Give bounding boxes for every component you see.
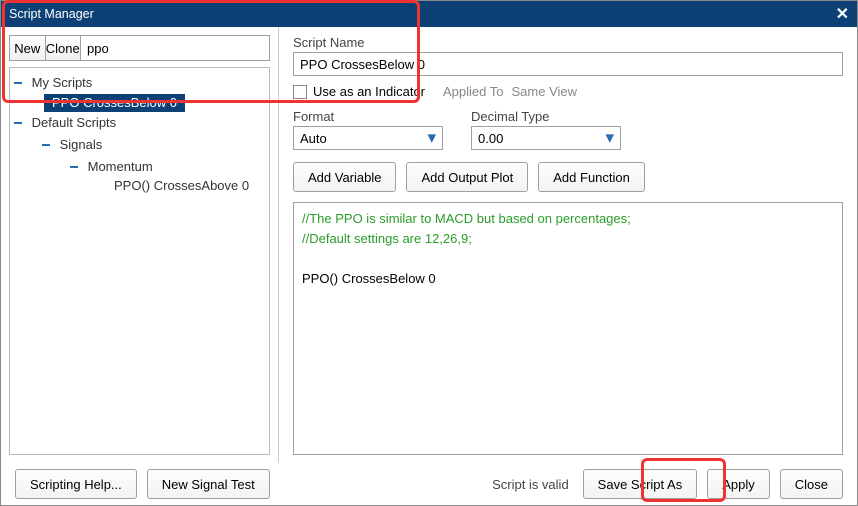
script-name-input[interactable]: [293, 52, 843, 76]
collapse-icon[interactable]: [14, 118, 24, 128]
collapse-icon[interactable]: [14, 78, 24, 88]
format-dropdown[interactable]: Auto ▾: [293, 126, 443, 150]
tree-momentum[interactable]: Momentum: [70, 156, 267, 178]
add-variable-button[interactable]: Add Variable: [293, 162, 396, 192]
tree-label: My Scripts: [32, 75, 93, 90]
same-view-text: Same View: [512, 84, 578, 99]
collapse-icon[interactable]: [70, 162, 80, 172]
decimal-label: Decimal Type: [471, 109, 621, 124]
btn-label: New Signal Test: [162, 477, 255, 492]
tree-default-scripts[interactable]: Default Scripts: [14, 112, 267, 134]
applied-to-label: Applied To: [443, 84, 503, 99]
chevron-down-icon: ▾: [605, 128, 614, 148]
tree-item-selected[interactable]: PPO CrossesBelow 0: [44, 94, 185, 112]
btn-label: Scripting Help...: [30, 477, 122, 492]
script-name-label: Script Name: [293, 35, 843, 50]
clone-button[interactable]: Clone: [46, 36, 82, 60]
add-function-button[interactable]: Add Function: [538, 162, 645, 192]
decimal-value: 0.00: [478, 131, 503, 146]
tree-leaf-ppo-above[interactable]: PPO() CrossesAbove 0: [114, 178, 267, 193]
indicator-checkbox[interactable]: [293, 85, 307, 99]
btn-label: Add Function: [553, 170, 630, 185]
tree-signals[interactable]: Signals: [42, 134, 267, 156]
action-row: Add Variable Add Output Plot Add Functio…: [293, 162, 843, 192]
left-toolbar: New Clone: [9, 35, 270, 61]
editor-comment: //Default settings are 12,26,9;: [302, 231, 472, 246]
btn-label: Add Variable: [308, 170, 381, 185]
content-area: New Clone My Scripts PPO CrossesBelow 0 …: [1, 27, 857, 463]
scripting-help-button[interactable]: Scripting Help...: [15, 469, 137, 499]
apply-button[interactable]: Apply: [707, 469, 770, 499]
tree-my-scripts[interactable]: My Scripts: [14, 72, 267, 94]
indicator-row: Use as an Indicator Applied To Same View: [293, 84, 843, 99]
tree-label: Signals: [60, 137, 103, 152]
footer: Scripting Help... New Signal Test Script…: [1, 463, 857, 505]
left-panel: New Clone My Scripts PPO CrossesBelow 0 …: [1, 27, 279, 463]
window-title: Script Manager: [9, 7, 94, 21]
btn-label: Close: [795, 477, 828, 492]
indicator-label: Use as an Indicator: [313, 84, 425, 99]
validity-status: Script is valid: [492, 477, 569, 492]
format-value: Auto: [300, 131, 327, 146]
btn-label: Save Script As: [598, 477, 683, 492]
search-input[interactable]: [81, 36, 269, 60]
btn-label: Add Output Plot: [421, 170, 513, 185]
add-output-plot-button[interactable]: Add Output Plot: [406, 162, 528, 192]
save-script-as-button[interactable]: Save Script As: [583, 469, 698, 499]
collapse-icon[interactable]: [42, 140, 52, 150]
script-tree[interactable]: My Scripts PPO CrossesBelow 0 Default Sc…: [9, 67, 270, 455]
script-editor[interactable]: //The PPO is similar to MACD but based o…: [293, 202, 843, 455]
format-label: Format: [293, 109, 443, 124]
btn-label: Apply: [722, 477, 755, 492]
editor-body: PPO() CrossesBelow 0: [302, 271, 436, 286]
format-row: Format Auto ▾ Decimal Type 0.00 ▾: [293, 109, 843, 150]
close-button[interactable]: Close: [780, 469, 843, 499]
new-signal-test-button[interactable]: New Signal Test: [147, 469, 270, 499]
tree-label: Default Scripts: [32, 115, 117, 130]
titlebar: Script Manager ✕: [1, 1, 857, 27]
decimal-dropdown[interactable]: 0.00 ▾: [471, 126, 621, 150]
close-icon[interactable]: ✕: [836, 4, 849, 24]
chevron-down-icon: ▾: [427, 128, 436, 148]
right-panel: Script Name Use as an Indicator Applied …: [279, 27, 857, 463]
footer-right: Script is valid Save Script As Apply Clo…: [492, 469, 843, 499]
clone-label: Clone: [46, 41, 80, 56]
tree-label: Momentum: [88, 159, 153, 174]
footer-left: Scripting Help... New Signal Test: [15, 469, 270, 499]
editor-comment: //The PPO is similar to MACD but based o…: [302, 211, 631, 226]
new-label: New: [14, 41, 40, 56]
new-button[interactable]: New: [10, 36, 46, 60]
